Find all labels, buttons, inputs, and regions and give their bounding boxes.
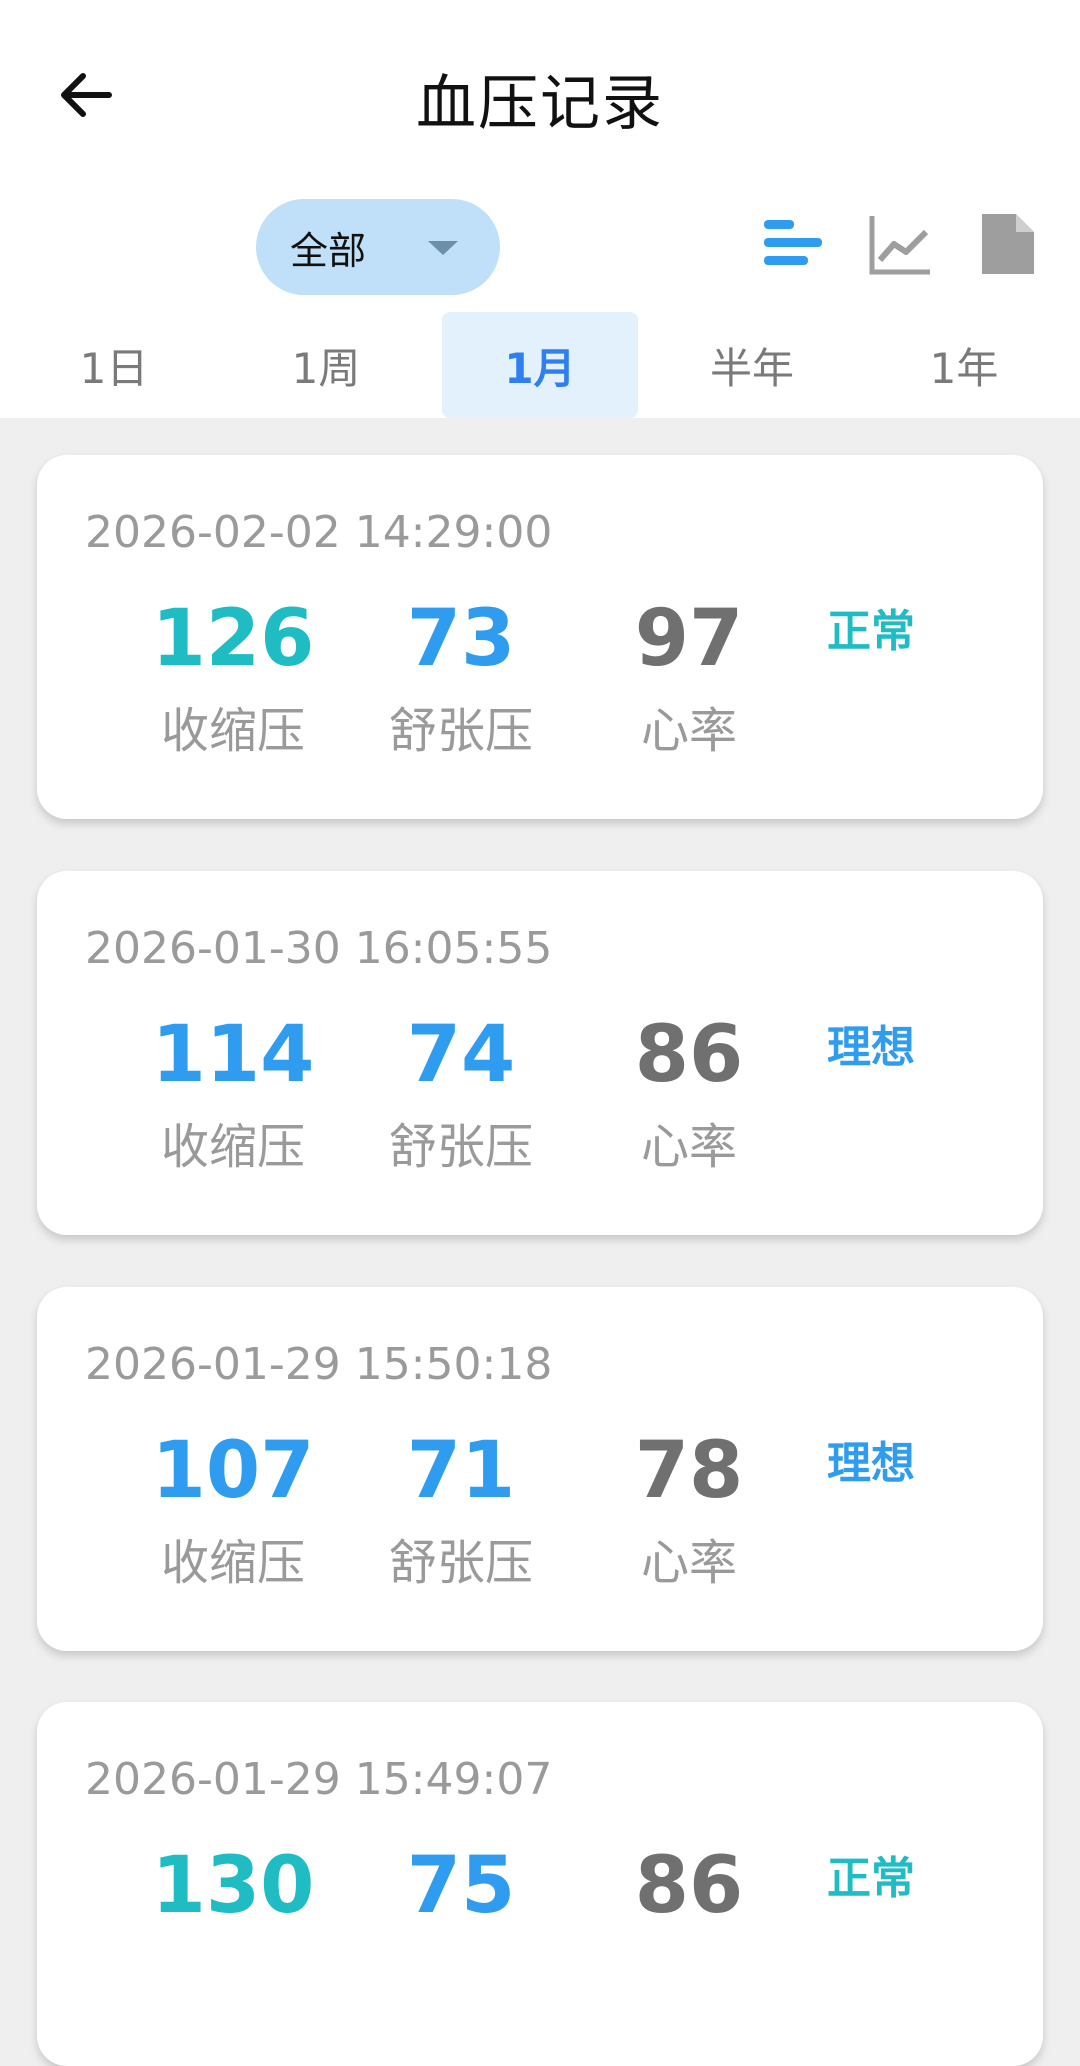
filter-dropdown[interactable]: 全部 <box>256 199 500 295</box>
heart-rate-value: 86 <box>634 1010 744 1100</box>
tab-1-day[interactable]: 1日 <box>16 312 212 418</box>
record-card[interactable]: 2026-01-29 15:50:18 107 71 78 收缩压 舒张压 心率… <box>37 1287 1043 1651</box>
trend-chart-icon[interactable] <box>868 212 932 276</box>
diastolic-value: 75 <box>406 1841 516 1931</box>
tab-1-month[interactable]: 1月 <box>442 312 638 418</box>
systolic-value: 130 <box>151 1841 315 1931</box>
top-bar: 血压记录 全部 1日 1周 1月 半年 1年 <box>0 0 1080 418</box>
systolic-label: 收缩压 <box>160 1119 305 1175</box>
diastolic-label: 舒张压 <box>388 1535 533 1591</box>
heart-rate-label: 心率 <box>640 1535 737 1591</box>
heart-rate-value: 86 <box>634 1841 744 1931</box>
record-time: 2026-01-30 16:05:55 <box>85 923 553 974</box>
diastolic-label: 舒张压 <box>388 1119 533 1175</box>
heart-rate-label: 心率 <box>640 1119 737 1175</box>
diastolic-value: 71 <box>406 1426 516 1516</box>
diastolic-value: 74 <box>406 1010 516 1100</box>
tab-1-year[interactable]: 1年 <box>866 312 1062 418</box>
filter-selected-value: 全部 <box>290 228 367 273</box>
systolic-value: 114 <box>151 1010 315 1100</box>
document-icon[interactable] <box>976 212 1040 276</box>
systolic-label: 收缩压 <box>160 1535 305 1591</box>
tab-half-year[interactable]: 半年 <box>654 312 850 418</box>
record-card[interactable]: 2026-02-02 14:29:00 126 73 97 收缩压 舒张压 心率… <box>37 455 1043 819</box>
systolic-value: 107 <box>151 1426 315 1516</box>
tab-1-week[interactable]: 1周 <box>228 312 424 418</box>
status-badge: 理想 <box>827 1022 915 1073</box>
record-time: 2026-01-29 15:49:07 <box>85 1754 553 1805</box>
page-title: 血压记录 <box>416 69 664 139</box>
heart-rate-value: 78 <box>634 1426 744 1516</box>
status-badge: 正常 <box>827 1853 915 1904</box>
systolic-value: 126 <box>151 594 315 684</box>
systolic-label: 收缩压 <box>160 703 305 759</box>
record-card[interactable]: 2026-01-29 15:49:07 130 75 86 正常 <box>37 1702 1043 2066</box>
period-tabs: 1日 1周 1月 半年 1年 <box>0 312 1080 418</box>
record-time: 2026-02-02 14:29:00 <box>85 507 553 558</box>
record-time: 2026-01-29 15:50:18 <box>85 1339 553 1390</box>
status-badge: 正常 <box>827 606 915 657</box>
record-card[interactable]: 2026-01-30 16:05:55 114 74 86 收缩压 舒张压 心率… <box>37 871 1043 1235</box>
status-badge: 理想 <box>827 1438 915 1489</box>
heart-rate-label: 心率 <box>640 703 737 759</box>
caret-down-icon <box>428 241 458 255</box>
diastolic-value: 73 <box>406 594 516 684</box>
diastolic-label: 舒张压 <box>388 703 533 759</box>
list-view-icon[interactable] <box>760 212 824 276</box>
heart-rate-value: 97 <box>634 594 744 684</box>
